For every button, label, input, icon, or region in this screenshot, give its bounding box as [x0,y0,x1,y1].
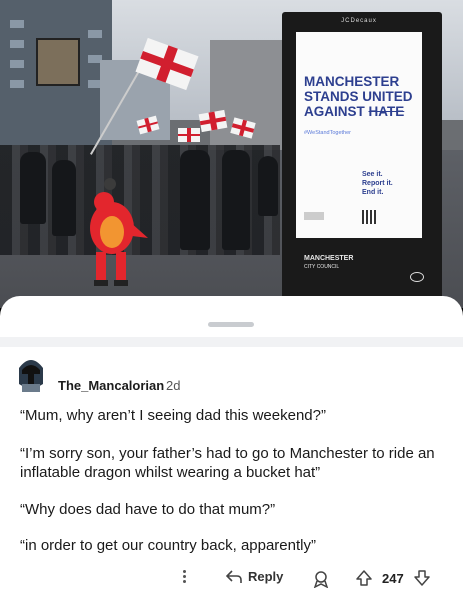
inflatable-dragon [90,178,148,286]
comment-actions: Reply 247 [0,562,463,594]
marcher [222,150,250,250]
section-divider [0,337,463,347]
poster-headline: MANCHESTER STANDS UNITED AGAINST HATE [304,74,413,119]
reply-label: Reply [248,569,284,584]
jcdecaux-brand: JCDecaux [341,18,377,24]
qr-code [362,210,376,224]
marcher [258,156,278,216]
anti-hate-poster: JCDecaux MANCHESTER STANDS UNITED AGAINS… [296,18,422,238]
marcher [20,152,46,224]
comment-paragraph: “Mum, why aren’t I seeing dad this weeke… [20,407,326,424]
downvote-icon[interactable] [414,570,430,586]
comment-paragraph: “in order to get our country back, appar… [20,537,316,554]
poster-logo [304,212,324,220]
council-label: MANCHESTER CITY COUNCIL [304,255,354,270]
st-george-flag [178,128,200,142]
bee-logo [410,272,424,282]
drag-handle[interactable] [208,322,254,327]
upvote-icon[interactable] [356,570,372,586]
reply-icon [226,569,242,583]
reply-button[interactable]: Reply [226,569,283,584]
post-image[interactable]: JCDecaux MANCHESTER STANDS UNITED AGAINS… [0,0,463,308]
vote-count: 247 [382,571,404,586]
user-avatar[interactable] [16,354,46,394]
street-billboard [36,38,80,86]
award-icon[interactable] [312,570,330,588]
comment-paragraph: “Why does dad have to do that mum?” [20,501,276,518]
comment-username[interactable]: The_Mancalorian [58,378,164,393]
comment-age: 2d [166,378,181,393]
poster-hashtag: #WeStandTogether [304,130,351,136]
poster-cta: See it. Report it. End it. [362,171,393,196]
comment-paragraph: “I’m sorry son, your father’s had to go … [20,445,435,481]
marcher [180,150,210,250]
marcher [52,160,76,236]
more-options-icon[interactable] [183,570,187,585]
